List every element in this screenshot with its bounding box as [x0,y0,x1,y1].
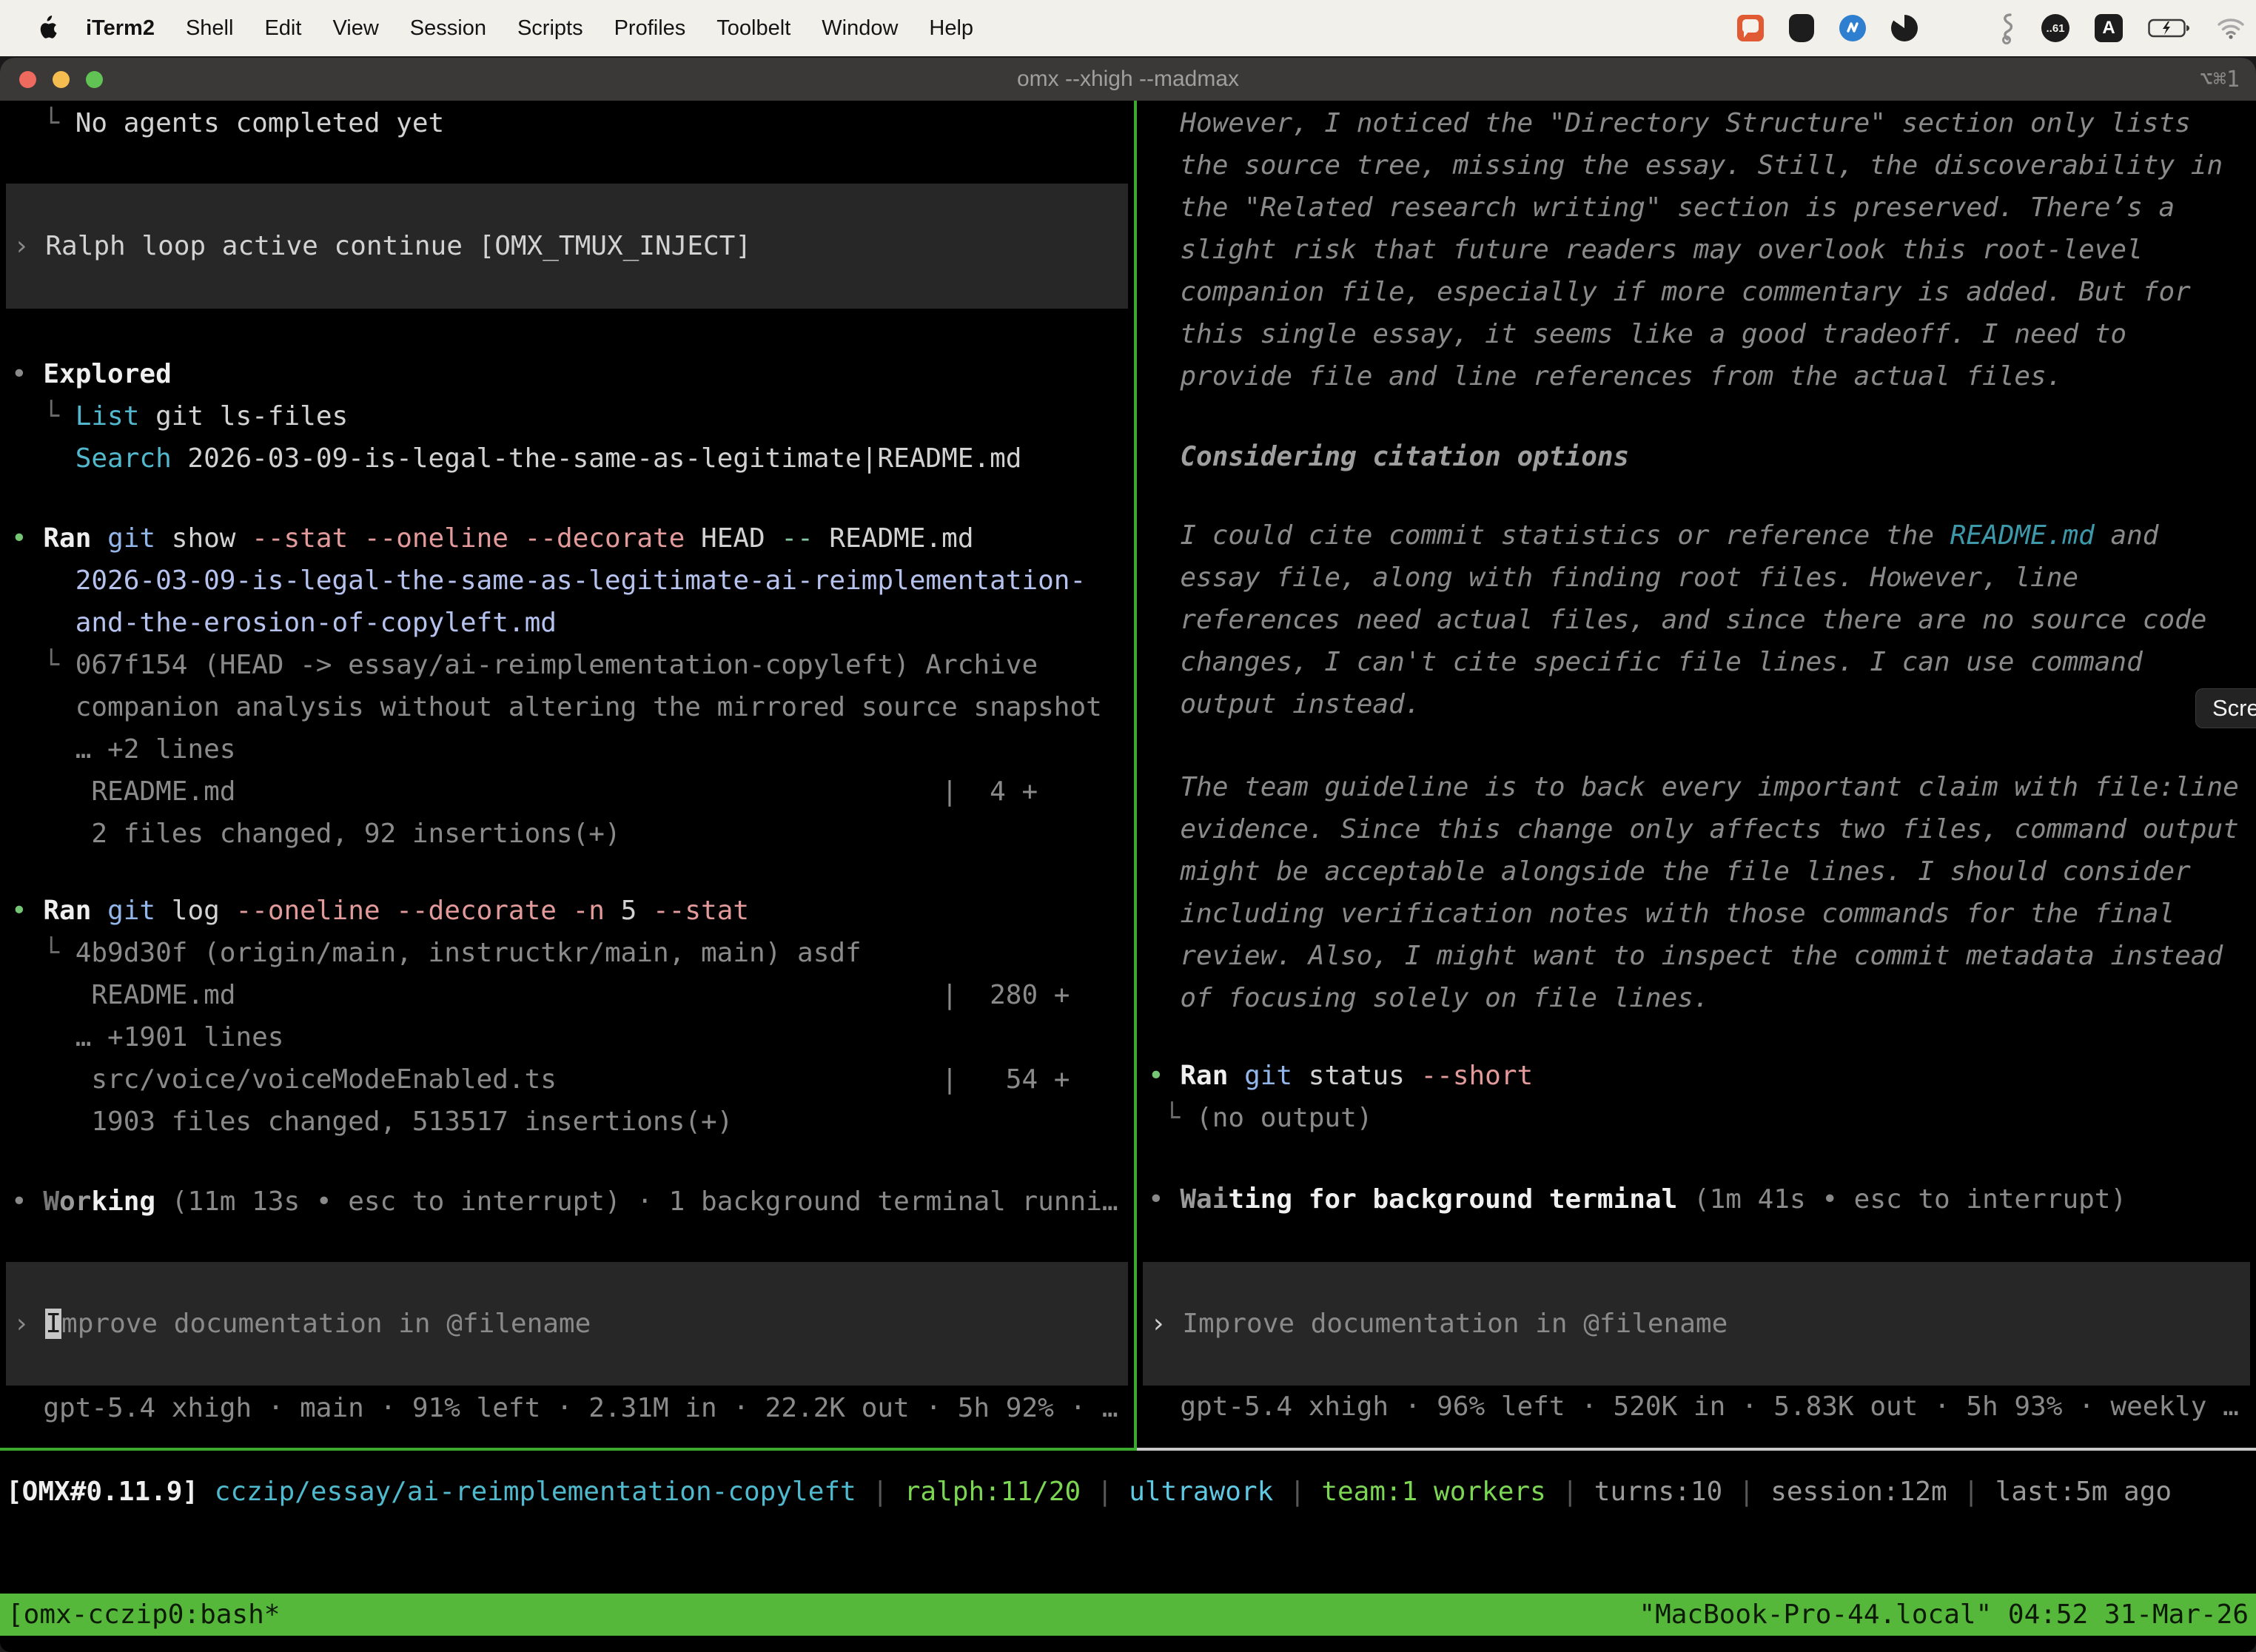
omx-status-line: [OMX#0.11.9] cczip/essay/ai-reimplementa… [0,1471,2172,1513]
inject-banner: › Ralph loop active continue [OMX_TMUX_I… [6,184,1128,309]
terminal-line: might be acceptable alongside the file l… [1148,850,2256,893]
terminal-line: └ 067f154 (HEAD -> essay/ai-reimplementa… [11,644,1134,686]
prompt-input-left[interactable]: › Improve documentation in @filename [6,1262,1128,1386]
terminal-line: changes, I can't cite specific file line… [1148,641,2256,683]
ran-git-status-section: • Ran git status --short └ (no output) [1137,1055,2256,1139]
prompt-input-right[interactable]: › Improve documentation in @filename [1143,1262,2250,1386]
terminal-line: including verification notes with those … [1148,893,2256,935]
agents-note: └ No agents completed yet [0,102,1134,144]
chat-bubble-icon[interactable] [1737,15,1764,41]
terminal-line: The team guideline is to back every impo… [1148,766,2256,808]
terminal-line: └ (no output) [1148,1097,2256,1139]
dots-grid-icon[interactable] [1943,14,1972,43]
terminal-content: └ No agents completed yet › Ralph loop a… [0,101,2256,1652]
menu-item-view[interactable]: View [332,16,378,41]
terminal-line: references need actual files, and since … [1148,599,2256,641]
terminal-line: provide file and line references from th… [1148,355,2256,397]
tmux-session-label: [omx-cczip0:bash* [7,1594,280,1636]
screen-overlay-tooltip: Scre [2195,688,2256,728]
terminal-line: and-the-erosion-of-copyleft.md [11,602,1134,644]
menu-items: iTerm2 Shell Edit View Session Scripts P… [86,16,973,41]
apple-menu-icon[interactable] [34,16,59,41]
menubar-status-icons: ..61 A [1737,0,2246,56]
window-title: omx --xhigh --madmax [0,67,2256,92]
pane-divider-horizontal-left [0,1448,1137,1451]
menu-item-iterm2[interactable]: iTerm2 [86,16,155,41]
terminal-line: this single essay, it seems like a good … [1148,313,2256,355]
terminal-line: └ 4b9d30f (origin/main, instructkr/main,… [11,932,1134,974]
thinking-paragraph-2: I could cite commit statistics or refere… [1137,514,2256,725]
ran-git-log-section: • Ran git log --oneline --decorate -n 5 … [0,890,1134,1143]
menu-item-profiles[interactable]: Profiles [614,16,686,41]
tooltip-label: Scre [2212,695,2256,722]
tmux-status-bar: [omx-cczip0:bash* "MacBook-Pro-44.local"… [0,1594,2256,1636]
waiting-status-line: • Waiting for background terminal (1m 41… [1137,1178,2256,1220]
battery-charging-icon[interactable] [2148,18,2191,38]
terminal-line: However, I noticed the "Directory Struct… [1148,102,2256,144]
terminal-line: companion file, especially if more comme… [1148,271,2256,313]
thinking-heading: Considering citation options [1137,436,2256,478]
terminal-line: • Ran git status --short [1148,1055,2256,1097]
terminal-line: review. Also, I might want to inspect th… [1148,935,2256,977]
letter-a-icon[interactable]: A [2095,14,2123,42]
iterm2-window: omx --xhigh --madmax ⌥⌘1 └ No agents com… [0,58,2256,1652]
menu-bar: iTerm2 Shell Edit View Session Scripts P… [0,0,2256,56]
terminal-line: └ List git ls-files [11,395,1134,437]
keypad-shield-icon[interactable] [1789,14,1814,42]
terminal-line: README.md | 4 + [11,770,1134,813]
terminal-line: the "Related research writing" section i… [1148,187,2256,229]
ran-git-show-section: • Ran git show --stat --oneline --decora… [0,517,1134,855]
terminal-line: slight risk that future readers may over… [1148,229,2256,271]
model-status-left: gpt-5.4 xhigh · main · 91% left · 2.31M … [0,1387,1134,1429]
terminal-line: 2026-03-09-is-legal-the-same-as-legitima… [11,560,1134,602]
pane-divider-horizontal-right [1137,1448,2256,1451]
tmux-pane-right[interactable]: However, I noticed the "Directory Struct… [1137,101,2256,1448]
terminal-line: 2 files changed, 92 insertions(+) [11,813,1134,855]
menu-item-shell[interactable]: Shell [186,16,234,41]
window-shortcut-badge: ⌥⌘1 [2200,67,2240,93]
pane-divider-vertical [1134,101,1137,1448]
menu-item-help[interactable]: Help [929,16,973,41]
badge-61-icon[interactable]: ..61 [2041,14,2069,42]
thinking-paragraph-1: However, I noticed the "Directory Struct… [1137,102,2256,397]
squiggle-icon[interactable] [1997,12,2016,44]
model-status-right: gpt-5.4 xhigh · 96% left · 520K in · 5.8… [1137,1386,2256,1428]
menu-item-session[interactable]: Session [410,16,486,41]
terminal-line: essay file, along with finding root file… [1148,557,2256,599]
terminal-line: • Ran git log --oneline --decorate -n 5 … [11,890,1134,932]
explored-section: • Explored └ List git ls-files Search 20… [0,353,1134,480]
terminal-line: • Ran git show --stat --oneline --decora… [11,517,1134,560]
wifi-icon[interactable] [2216,17,2246,39]
terminal-line: companion analysis without altering the … [11,686,1134,728]
terminal-line: … +2 lines [11,728,1134,770]
menu-item-scripts[interactable]: Scripts [517,16,583,41]
terminal-line: of focusing solely on file lines. [1148,977,2256,1019]
terminal-line: • Explored [11,353,1134,395]
terminal-line: I could cite commit statistics or refere… [1148,514,2256,557]
terminal-line: Search 2026-03-09-is-legal-the-same-as-l… [11,437,1134,480]
terminal-line: … +1901 lines [11,1016,1134,1058]
terminal-line: the source tree, missing the essay. Stil… [1148,144,2256,187]
menu-item-toolbelt[interactable]: Toolbelt [716,16,790,41]
blue-badge-icon[interactable] [1839,15,1866,41]
terminal-line: src/voice/voiceModeEnabled.ts | 54 + [11,1058,1134,1101]
pacman-circle-icon[interactable] [1891,15,1918,41]
tmux-pane-left[interactable]: └ No agents completed yet › Ralph loop a… [0,101,1134,1448]
terminal-line: evidence. Since this change only affects… [1148,808,2256,850]
terminal-line: output instead. [1148,683,2256,725]
terminal-line: 1903 files changed, 513517 insertions(+) [11,1101,1134,1143]
thinking-paragraph-3: The team guideline is to back every impo… [1137,766,2256,1019]
menu-item-window[interactable]: Window [822,16,898,41]
menu-item-edit[interactable]: Edit [264,16,301,41]
window-titlebar[interactable]: omx --xhigh --madmax ⌥⌘1 [0,58,2256,101]
terminal-line: README.md | 280 + [11,974,1134,1016]
tmux-host-clock: "MacBook-Pro-44.local" 04:52 31-Mar-26 [1639,1594,2249,1636]
working-status-line: • Working (11m 13s • esc to interrupt) ·… [0,1181,1134,1223]
